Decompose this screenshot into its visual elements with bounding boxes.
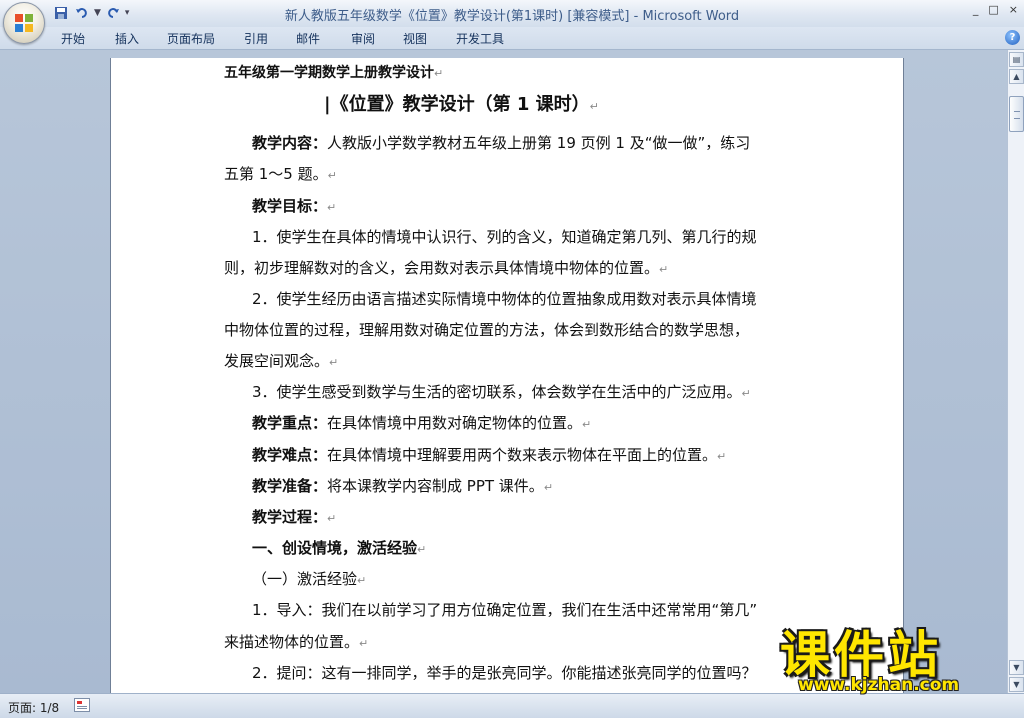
doc-line: 1．导入：我们在以前学习了用方位确定位置，我们在生活中还常常用“第几”: [252, 601, 758, 619]
doc-line: 发展空间观念。↵: [224, 352, 339, 370]
tab-page-layout[interactable]: 页面布局: [167, 30, 215, 47]
page-count[interactable]: 页面: 1/8: [8, 699, 59, 716]
maximize-button[interactable]: □: [988, 3, 998, 16]
close-button[interactable]: ×: [1009, 3, 1018, 16]
next-page-button[interactable]: ▼: [1009, 677, 1024, 692]
tab-review[interactable]: 审阅: [351, 30, 375, 47]
doc-line: 则，初步理解数对的含义，会用数对表示具体情境中物体的位置。↵: [224, 259, 669, 277]
doc-line: 教学目标：↵: [252, 197, 337, 215]
doc-line: 1．使学生在具体的情境中认识行、列的含义，知道确定第几列、第几行的规: [252, 228, 757, 246]
doc-title: |《位置》教学设计（第 1 课时）↵: [324, 94, 599, 115]
help-icon[interactable]: ?: [1005, 30, 1020, 45]
doc-line: 教学准备：将本课教学内容制成 PPT 课件。↵: [252, 477, 554, 495]
window-title: 新人教版五年级数学《位置》教学设计(第1课时) [兼容模式] - Microso…: [284, 9, 740, 24]
window-controls: _ □ ×: [973, 3, 1018, 16]
tab-mailings[interactable]: 邮件: [296, 30, 320, 47]
doc-line: 五年级第一学期数学上册教学设计↵: [224, 65, 444, 81]
tab-view[interactable]: 视图: [403, 30, 427, 47]
doc-line: 教学重点：在具体情境中用数对确定物体的位置。↵: [252, 414, 592, 432]
ruler-toggle-icon[interactable]: ▤: [1009, 52, 1024, 67]
doc-line: 3．使学生感受到数学与生活的密切联系，体会数学在生活中的广泛应用。↵: [252, 383, 751, 401]
doc-line: 教学内容：人教版小学数学教材五年级上册第 19 页例 1 及“做一做”，练习: [252, 134, 751, 152]
doc-line: 中物体位置的过程，理解用数对确定位置的方法，体会到数形结合的数学思想，: [224, 321, 750, 339]
doc-line: 教学难点：在具体情境中理解要用两个数来表示物体在平面上的位置。↵: [252, 446, 727, 464]
minimize-button[interactable]: _: [973, 3, 979, 16]
doc-line: 2．使学生经历由语言描述实际情境中物体的位置抽象成用数对表示具体情境: [252, 290, 757, 308]
doc-subheading: （一）激活经验↵: [252, 570, 367, 588]
office-button[interactable]: [3, 2, 45, 44]
title-bar: ▼ ▾ 新人教版五年级数学《位置》教学设计(第1课时) [兼容模式] - Mic…: [0, 0, 1024, 44]
scroll-up-button[interactable]: ▲: [1009, 69, 1024, 84]
vertical-scrollbar[interactable]: ▤ ▲ ▼ ▼: [1007, 50, 1024, 693]
scroll-down-button[interactable]: ▼: [1009, 660, 1024, 675]
tab-developer[interactable]: 开发工具: [456, 30, 504, 47]
tab-insert[interactable]: 插入: [115, 30, 139, 47]
office-logo-icon: [15, 14, 33, 32]
document-page[interactable]: 五年级第一学期数学上册教学设计↵ |《位置》教学设计（第 1 课时）↵ 教学内容…: [110, 58, 904, 693]
ribbon-tabs: 开始 插入 页面布局 引用 邮件 审阅 视图 开发工具 ?: [0, 27, 1024, 50]
status-bar: 页面: 1/8: [0, 693, 1024, 718]
proofing-icon[interactable]: [74, 698, 90, 712]
doc-line: 2．提问：这有一排同学，举手的是张亮同学。你能描述张亮同学的位置吗？: [252, 664, 757, 682]
tab-references[interactable]: 引用: [244, 30, 268, 47]
doc-heading: 一、创设情境，激活经验↵: [252, 539, 427, 557]
tab-home[interactable]: 开始: [61, 30, 85, 47]
doc-line: 来描述物体的位置。↵: [224, 633, 369, 651]
doc-line: 教学过程：↵: [252, 508, 337, 526]
scroll-thumb[interactable]: [1009, 96, 1024, 132]
doc-line: 五第 1～5 题。↵: [224, 165, 337, 183]
